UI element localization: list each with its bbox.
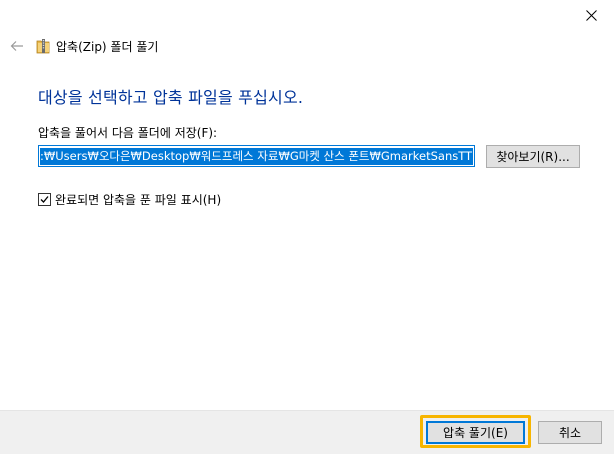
extract-zip-dialog: 압축(Zip) 폴더 풀기 대상을 선택하고 압축 파일을 푸십시오. 압축을 … xyxy=(0,0,614,454)
destination-path-text: :₩Users₩오다은₩Desktop₩워드프레스 자료₩G마켓 산스 폰트₩G… xyxy=(40,147,473,165)
checkbox-box[interactable] xyxy=(38,192,51,206)
back-button[interactable] xyxy=(8,37,26,55)
checkmark-icon xyxy=(40,195,49,203)
dialog-title: 압축(Zip) 폴더 풀기 xyxy=(56,39,159,54)
show-files-label: 완료되면 압축을 푼 파일 표시(H) xyxy=(55,192,222,207)
browse-button[interactable]: 찾아보기(R)... xyxy=(486,145,580,168)
cancel-button[interactable]: 취소 xyxy=(538,421,602,444)
show-files-checkbox[interactable]: 완료되면 압축을 푼 파일 표시(H) xyxy=(38,191,221,207)
destination-path-input[interactable]: :₩Users₩오다은₩Desktop₩워드프레스 자료₩G마켓 산스 폰트₩G… xyxy=(38,145,475,167)
zip-folder-icon xyxy=(36,39,50,54)
instruction-heading: 대상을 선택하고 압축 파일을 푸십시오. xyxy=(38,88,304,107)
destination-label: 압축을 풀어서 다음 폴더에 저장(F): xyxy=(38,126,218,140)
back-arrow-icon xyxy=(10,41,23,51)
dialog-header: 압축(Zip) 폴더 풀기 xyxy=(8,36,158,56)
extract-button[interactable]: 압축 풀기(E) xyxy=(426,421,525,444)
close-icon xyxy=(585,9,597,21)
close-button[interactable] xyxy=(568,0,614,30)
